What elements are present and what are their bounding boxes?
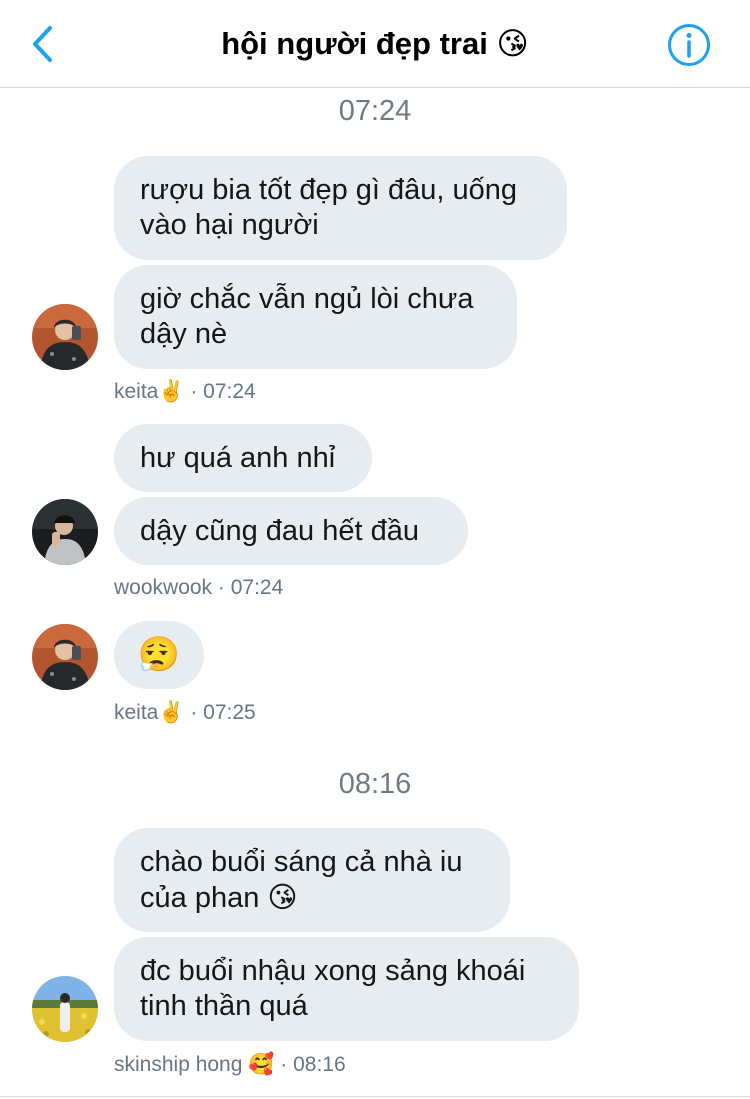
sender-name: skinship hong xyxy=(114,1053,243,1076)
exhale-face-emoji: 😮‍💨 xyxy=(137,634,181,675)
kiss-emoji: 😘 xyxy=(267,879,298,914)
message-time: · 07:25 xyxy=(190,701,256,724)
message-time: · 08:16 xyxy=(280,1053,346,1076)
chevron-left-icon xyxy=(33,26,52,62)
message-time: · 07:24 xyxy=(190,380,256,403)
message-bubble[interactable]: 😮‍💨 xyxy=(114,621,204,689)
victory-hand-emoji: ✌️ xyxy=(158,700,185,724)
avatar-keita[interactable] xyxy=(32,624,98,690)
sender-name: keita xyxy=(114,701,159,724)
message-bubble[interactable]: dậy cũng đau hết đầu xyxy=(114,497,468,565)
smiling-hearts-emoji: 🥰 xyxy=(248,1052,275,1076)
avatar-keita[interactable] xyxy=(32,304,98,370)
avatar-wookwook[interactable] xyxy=(32,499,98,565)
message-text: hư quá anh nhỉ xyxy=(140,441,336,474)
message-bubble[interactable]: đc buổi nhậu xong sảng khoái tinh thần q… xyxy=(114,937,579,1041)
victory-hand-emoji: ✌️ xyxy=(158,379,185,403)
message-text: chào buổi sáng cả nhà iu của phan 😘 xyxy=(140,845,463,914)
message-time: · 07:24 xyxy=(217,576,284,599)
message-bubble[interactable]: giờ chắc vẫn ngủ lòi chưa dậy nè xyxy=(114,265,517,369)
chat-header: hội người đẹp trai 😘 xyxy=(0,0,750,88)
message-meta: keita✌️ · 07:24 xyxy=(114,378,256,404)
message-bubble[interactable]: chào buổi sáng cả nhà iu của phan 😘 xyxy=(114,828,510,932)
message-text: đc buổi nhậu xong sảng khoái tinh thần q… xyxy=(140,955,526,1022)
kiss-emoji: 😘 xyxy=(496,26,529,62)
message-meta: keita✌️ · 07:25 xyxy=(114,699,256,725)
timestamp-divider: 08:16 xyxy=(338,768,412,800)
avatar-skinship-hong[interactable] xyxy=(32,976,98,1042)
timestamp-divider: 07:24 xyxy=(338,95,412,127)
message-bubble[interactable]: hư quá anh nhỉ xyxy=(114,424,372,492)
info-button[interactable] xyxy=(666,23,712,67)
message-meta: skinship hong 🥰 · 08:16 xyxy=(114,1051,346,1077)
conversation-title[interactable]: hội người đẹp trai 😘 xyxy=(150,24,600,64)
message-text: rượu bia tốt đẹp gì đâu, uống vào hại ng… xyxy=(140,174,518,241)
message-meta: wookwook · 07:24 xyxy=(114,575,283,601)
info-circle-icon xyxy=(668,24,710,66)
composer-divider xyxy=(0,1096,750,1097)
back-button[interactable] xyxy=(22,22,62,66)
sender-name: wookwook xyxy=(114,576,213,599)
sender-name: keita xyxy=(114,380,159,403)
message-text: giờ chắc vẫn ngủ lòi chưa dậy nè xyxy=(140,283,474,350)
message-bubble[interactable]: rượu bia tốt đẹp gì đâu, uống vào hại ng… xyxy=(114,156,567,260)
conversation-title-text: hội người đẹp trai xyxy=(221,26,488,61)
message-text: dậy cũng đau hết đầu xyxy=(140,514,419,547)
